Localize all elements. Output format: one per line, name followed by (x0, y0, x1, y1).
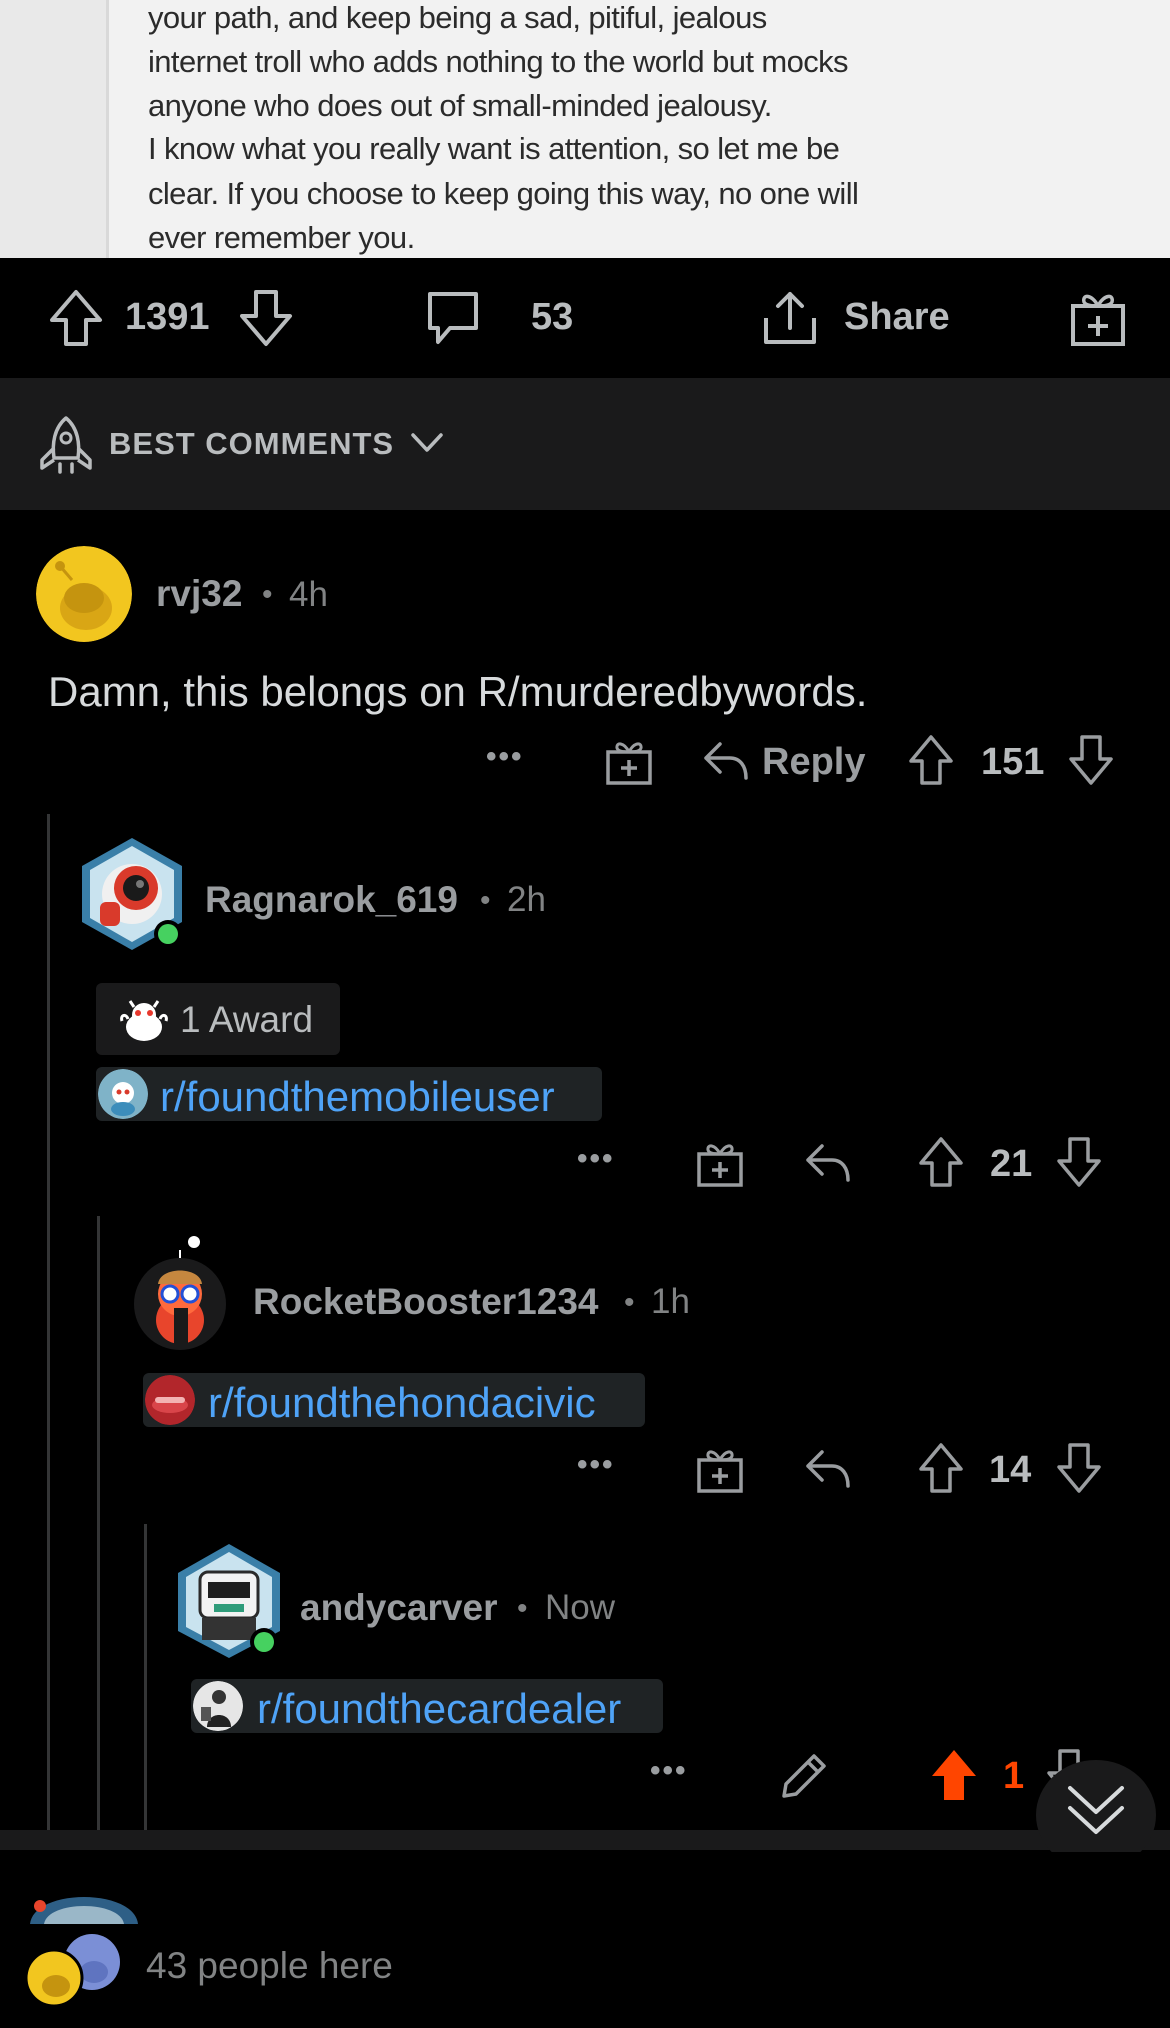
downvote-icon[interactable] (1056, 1136, 1102, 1188)
online-indicator (158, 924, 178, 944)
online-indicator (254, 1632, 274, 1652)
post-image-line: anyone who does out of small-minded jeal… (148, 88, 772, 123)
comment-username[interactable]: Ragnarok_619 (205, 879, 458, 921)
reply-icon[interactable] (702, 740, 748, 782)
comment-timestamp: 1h (651, 1282, 690, 1321)
comment-icon[interactable] (424, 290, 482, 348)
subreddit-link-text[interactable]: r/foundthehondacivic (208, 1379, 596, 1427)
reply-icon[interactable] (804, 1448, 850, 1490)
upvote-icon[interactable] (930, 1748, 978, 1802)
subreddit-link[interactable]: r/foundthehondacivic (143, 1373, 645, 1427)
presence-bar[interactable]: 43 people here (0, 1852, 1170, 2028)
more-options-button[interactable]: ••• (650, 1754, 688, 1788)
more-options-button[interactable]: ••• (486, 740, 524, 774)
subreddit-icon (98, 1069, 148, 1119)
post-action-bar: 1391 53 Share (0, 258, 1170, 378)
thread-line[interactable] (47, 814, 50, 1830)
online-users-avatars (24, 1934, 120, 2008)
subreddit-icon (145, 1375, 195, 1425)
comment-score: 14 (989, 1449, 1032, 1491)
post-image-line: I know what you really want is attention… (148, 131, 840, 166)
reply-icon[interactable] (804, 1142, 850, 1184)
subreddit-link-text[interactable]: r/foundthemobileuser (160, 1073, 555, 1121)
comment-username[interactable]: rvj32 (156, 573, 242, 615)
share-button[interactable]: Share (844, 296, 950, 339)
award-gift-icon[interactable] (604, 736, 654, 786)
separator-dot: • (480, 884, 491, 917)
upvote-icon[interactable] (918, 1136, 964, 1188)
downvote-icon[interactable] (1056, 1442, 1102, 1494)
post-comment-count: 53 (531, 296, 574, 338)
partial-avatar (30, 1897, 138, 1924)
more-options-button[interactable]: ••• (577, 1448, 615, 1482)
comment-sort-bar[interactable]: BEST COMMENTS (0, 378, 1170, 510)
downvote-icon[interactable] (1068, 734, 1114, 786)
online-count: 43 people here (146, 1945, 393, 1986)
reply-button[interactable]: Reply (762, 741, 865, 784)
avatar[interactable] (130, 1236, 232, 1352)
award-gift-icon[interactable] (695, 1444, 745, 1494)
post-image-line: your path, and keep being a sad, pitiful… (148, 0, 767, 35)
subreddit-icon (193, 1681, 243, 1731)
share-icon[interactable] (760, 288, 820, 348)
avatar[interactable] (76, 836, 188, 952)
more-options-button[interactable]: ••• (577, 1142, 615, 1176)
post-image-line: internet troll who adds nothing to the w… (148, 44, 849, 79)
award-gift-icon[interactable] (1068, 286, 1128, 348)
chevron-down-icon[interactable] (410, 432, 444, 454)
thread-line[interactable] (144, 1524, 147, 1830)
wholesome-award-icon (120, 1000, 168, 1041)
comment-score: 151 (981, 741, 1045, 783)
edit-pencil-icon[interactable] (780, 1750, 830, 1800)
thread-line[interactable] (97, 1216, 100, 1830)
comment-timestamp: 2h (507, 880, 546, 919)
comment-username[interactable]: RocketBooster1234 (253, 1281, 598, 1323)
rocket-icon (40, 416, 92, 474)
separator-dot: • (517, 1592, 528, 1625)
award-badge[interactable]: 1 Award (96, 983, 340, 1055)
post-image-line: clear. If you choose to keep going this … (148, 176, 859, 211)
separator-dot: • (262, 578, 273, 611)
comment-timestamp: Now (545, 1588, 616, 1627)
comment-score: 1 (1003, 1755, 1025, 1797)
post-vote-count: 1391 (125, 296, 210, 338)
double-chevron-down-icon (1068, 1786, 1124, 1834)
award-label: 1 Award (180, 999, 314, 1040)
comment-score: 21 (990, 1143, 1033, 1185)
sort-label[interactable]: BEST COMMENTS (109, 426, 394, 462)
comment-timestamp: 4h (289, 575, 328, 614)
subreddit-link[interactable]: r/foundthecardealer (191, 1679, 663, 1733)
separator-dot: • (624, 1286, 635, 1319)
avatar[interactable] (36, 546, 132, 642)
award-gift-icon[interactable] (695, 1138, 745, 1188)
post-image[interactable]: your path, and keep being a sad, pitiful… (0, 0, 1170, 258)
downvote-icon[interactable] (238, 288, 294, 348)
avatar[interactable] (172, 1542, 286, 1660)
upvote-icon[interactable] (48, 288, 104, 348)
subreddit-link[interactable]: r/foundthemobileuser (96, 1067, 602, 1121)
bottom-divider (0, 1830, 1170, 1850)
comment-username[interactable]: andycarver (300, 1587, 497, 1629)
comment-body: Damn, this belongs on R/murderedbywords. (48, 668, 868, 715)
upvote-icon[interactable] (908, 734, 954, 786)
post-image-line: ever remember you. (148, 220, 415, 255)
subreddit-link-text[interactable]: r/foundthecardealer (257, 1685, 621, 1733)
upvote-icon[interactable] (918, 1442, 964, 1494)
